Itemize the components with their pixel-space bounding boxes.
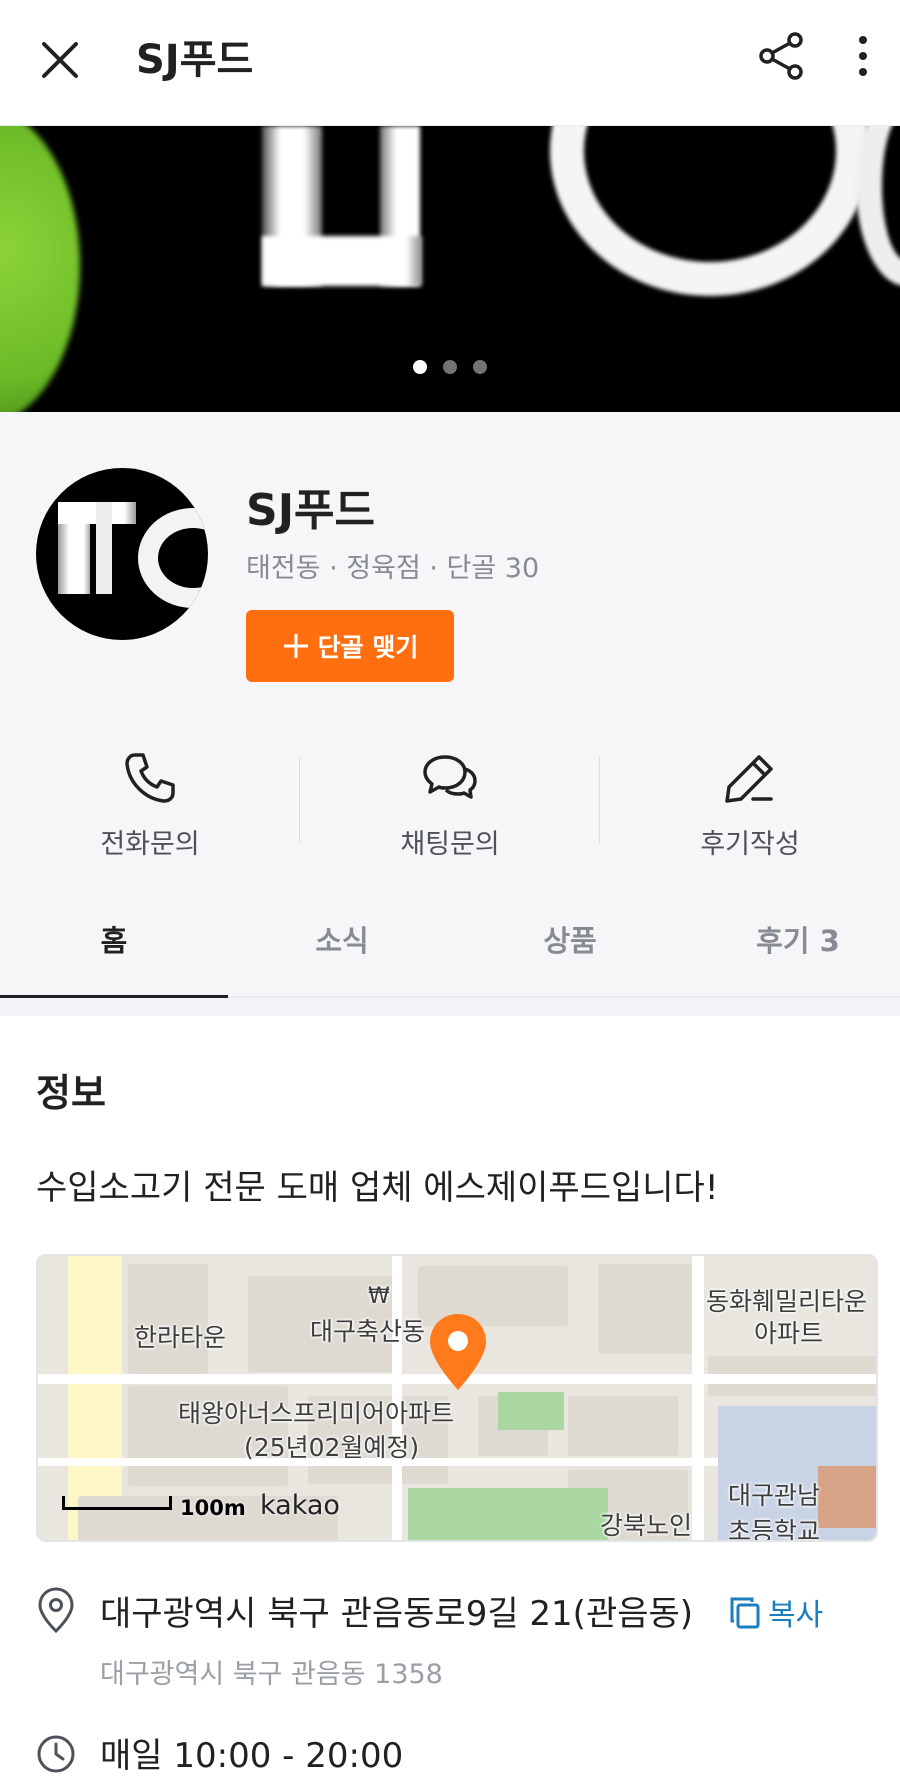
carousel-dot[interactable]	[443, 360, 457, 374]
lot-address: 대구광역시 북구 관음동 1358	[100, 1659, 443, 1690]
location-pin-icon	[430, 1314, 486, 1390]
section-divider	[0, 998, 900, 1016]
road-address: 대구광역시 북구 관음동로9길 21(관음동)	[100, 1594, 694, 1634]
tab-bar: 홈 소식 상품 후기 3	[0, 880, 900, 1000]
tab-news-label: 소식	[315, 924, 369, 958]
share-icon	[759, 32, 803, 80]
map-label: 동화훼밀리타운	[706, 1287, 868, 1316]
store-name: SJ푸드	[246, 485, 376, 536]
map-park	[408, 1488, 608, 1540]
map-label: 강북노인	[600, 1511, 693, 1540]
close-icon	[42, 42, 78, 78]
copy-label: 복사	[768, 1598, 824, 1633]
store-profile: SJ푸드 태전동 · 정육점 · 단골 30 단골 맺기	[0, 412, 900, 692]
write-review-button[interactable]: 후기작성	[600, 692, 900, 880]
map-label: 대구관남	[728, 1481, 821, 1510]
phone-icon	[125, 753, 175, 803]
location-map[interactable]: 한라타운 ₩ 대구축산동 동화훼밀리타운 아파트 태왕아너스프리미어아파트 (2…	[36, 1254, 878, 1542]
follow-button-label: 단골 맺기	[317, 633, 419, 662]
map-label: (25년02월예정)	[244, 1433, 420, 1462]
tab-home-label: 홈	[100, 924, 128, 958]
map-label: 아파트	[754, 1319, 824, 1348]
copy-icon	[730, 1597, 760, 1629]
tab-reviews-label: 후기 3	[756, 924, 840, 958]
store-avatar	[36, 468, 208, 640]
pencil-icon	[725, 755, 773, 803]
chat-inquiry-button[interactable]: 채팅문의	[300, 692, 600, 880]
call-inquiry-button[interactable]: 전화문의	[0, 692, 300, 880]
action-row: 전화문의 채팅문의 후기작성	[0, 692, 900, 880]
call-inquiry-label: 전화문의	[100, 829, 200, 860]
map-label: 한라타운	[134, 1323, 227, 1352]
close-button[interactable]	[30, 30, 90, 90]
map-road	[692, 1256, 704, 1540]
chat-inquiry-label: 채팅문의	[400, 829, 500, 860]
store-meta: 태전동 · 정육점 · 단골 30	[246, 553, 540, 584]
info-section-title: 정보	[36, 1071, 106, 1115]
tab-news[interactable]: 소식	[228, 880, 456, 998]
carousel-dot[interactable]	[473, 360, 487, 374]
banner-image-shape	[550, 126, 870, 296]
location-pin-outline-icon	[38, 1587, 74, 1634]
map-provider-logo: kakao	[260, 1490, 340, 1521]
more-options-button[interactable]	[838, 26, 888, 86]
map-scale-label: 100m	[180, 1496, 246, 1520]
follow-button[interactable]: 단골 맺기	[246, 610, 454, 682]
tab-products[interactable]: 상품	[456, 880, 684, 998]
address-row: 대구광역시 북구 관음동로9길 21(관음동) 복사	[36, 1582, 878, 1642]
page-title: SJ푸드	[136, 37, 254, 83]
map-park	[498, 1392, 564, 1430]
banner-carousel[interactable]	[0, 126, 900, 412]
share-button[interactable]	[752, 26, 812, 86]
copy-address-button[interactable]: 복사	[728, 1590, 823, 1634]
tab-reviews[interactable]: 후기 3	[684, 880, 900, 998]
map-label: 초등학교	[728, 1517, 821, 1542]
store-description: 수입소고기 전문 도매 업체 에스제이푸드입니다!	[36, 1168, 719, 1208]
plus-icon	[283, 634, 308, 658]
map-label: 태왕아너스프리미어아파트	[178, 1399, 455, 1428]
banner-image-shape	[262, 236, 422, 286]
carousel-indicator	[0, 360, 900, 380]
map-field	[818, 1466, 876, 1528]
top-app-bar: SJ푸드	[0, 0, 900, 126]
clock-icon	[37, 1735, 75, 1773]
chat-icon	[423, 755, 477, 799]
map-scale-bar	[62, 1496, 172, 1510]
more-vertical-icon	[859, 36, 867, 76]
map-label: 대구축산동	[310, 1317, 426, 1346]
carousel-dot[interactable]	[413, 360, 427, 374]
banner-image-shape	[856, 126, 900, 286]
tab-home[interactable]: 홈	[0, 880, 228, 1000]
business-hours: 매일 10:00 - 20:00	[100, 1736, 404, 1776]
hours-row: 매일 10:00 - 20:00	[36, 1728, 878, 1788]
map-label: ₩	[368, 1284, 390, 1309]
write-review-label: 후기작성	[700, 829, 800, 860]
tab-products-label: 상품	[543, 924, 597, 958]
